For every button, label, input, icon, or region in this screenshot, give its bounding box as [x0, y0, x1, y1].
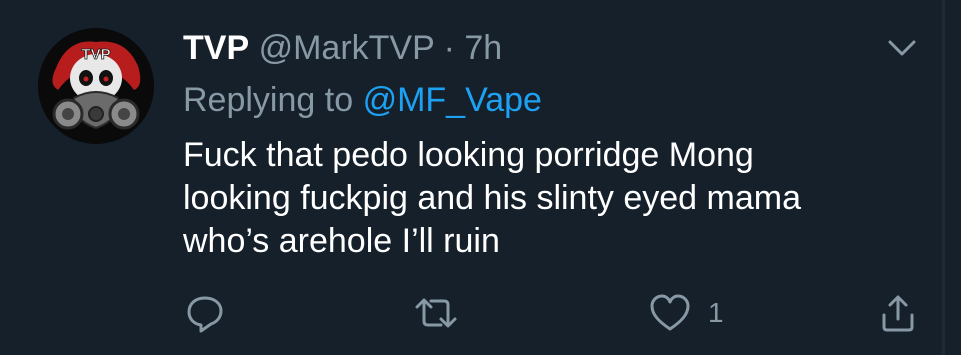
author-name[interactable]: TVP — [183, 29, 249, 67]
chevron-down-icon[interactable] — [884, 34, 920, 62]
separator-dot: · — [443, 29, 455, 67]
like-count: 1 — [708, 297, 724, 328]
speech-bubble-icon[interactable] — [186, 293, 224, 333]
scrollbar-edge — [942, 0, 945, 355]
replying-to-line: Replying to @MF_Vape — [183, 78, 542, 122]
replying-to-handle[interactable]: @MF_Vape — [363, 81, 542, 119]
tweet-text-line: Fuck that pedo looking porridge Mong — [183, 136, 754, 174]
tweet-card[interactable]: TVP TVP @MarkTVP · 7h Replying to @MF_Va… — [0, 0, 961, 355]
share-upload-icon[interactable] — [880, 293, 916, 333]
heart-icon[interactable] — [648, 293, 692, 333]
avatar-logo-text: TVP — [81, 46, 110, 63]
tweet-text: Fuck that pedo looking porridge Mong loo… — [183, 134, 903, 263]
tweet-header: TVP @MarkTVP · 7h — [183, 26, 502, 70]
avatar[interactable]: TVP — [38, 28, 154, 144]
tweet-time[interactable]: 7h — [464, 29, 502, 67]
gas-mask-skull-icon: TVP — [38, 28, 154, 144]
tweet-text-line: looking fuckpig and his slinty eyed mama — [183, 179, 801, 217]
replying-to-label: Replying to — [183, 81, 354, 119]
tweet-text-line: who’s arehole I’ll ruin — [183, 222, 500, 260]
author-handle[interactable]: @MarkTVP — [259, 29, 435, 67]
retweet-icon[interactable] — [413, 293, 459, 333]
